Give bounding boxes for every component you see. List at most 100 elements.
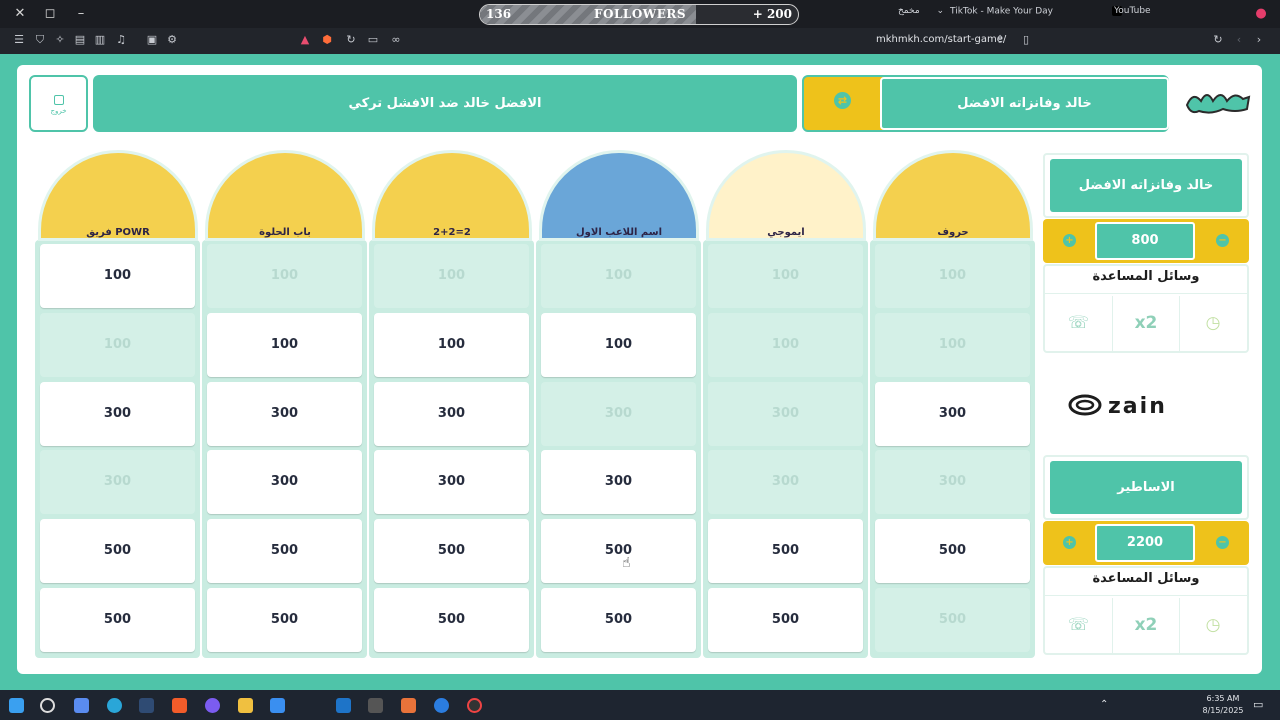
question-cell[interactable]: 100 [207, 313, 362, 377]
question-cell[interactable]: 500 [40, 588, 195, 652]
followers-label: FOLLOWERS [593, 7, 687, 21]
extension-icon[interactable]: ▲ [298, 33, 312, 47]
taskbar-time[interactable]: 6:35 AM [1200, 694, 1246, 703]
question-cell[interactable]: 300 [40, 382, 195, 446]
search-icon[interactable] [40, 698, 55, 713]
copilot-icon[interactable] [74, 698, 89, 713]
link-icon[interactable]: ∞ [389, 33, 403, 47]
menu-icon[interactable]: ☰ [12, 33, 26, 47]
brave-shield-icon[interactable]: ⬢ [320, 33, 334, 47]
current-turn-box: ⇄ خالد وفانزاته الافضل [802, 75, 1169, 132]
tab-mkhmkh[interactable]: مخمخ ⌄ [898, 6, 944, 22]
question-cell: 100 [40, 313, 195, 377]
team-1-helpers: وسائل المساعدة ☏ x2 ◷ [1043, 264, 1249, 353]
share-icon[interactable]: ⇪ [993, 33, 1007, 47]
shield-icon[interactable]: ⛉ [33, 33, 47, 47]
question-cell[interactable]: 500 [40, 519, 195, 583]
windows-start-icon[interactable] [9, 698, 24, 713]
category-label: باب الحلوة [259, 227, 311, 238]
forward-icon[interactable]: › [1252, 33, 1266, 47]
question-cell[interactable]: 500 [541, 519, 696, 583]
edge-icon[interactable] [107, 698, 122, 713]
question-cell[interactable]: 500 [207, 519, 362, 583]
question-cell[interactable]: 300 [374, 382, 529, 446]
team-2-increase-icon[interactable]: + [1063, 536, 1076, 549]
team-2-helpers-title: وسائل المساعدة [1092, 571, 1200, 586]
question-cell[interactable]: 300 [207, 450, 362, 514]
phone-icon[interactable]: ☏ [1045, 598, 1112, 653]
tab-title: TikTok - Make Your Day [950, 6, 1054, 17]
current-turn-name: خالد وفانزاته الافضل [880, 77, 1169, 130]
bookmark-star-icon[interactable]: ✧ [53, 33, 67, 47]
bookmark-icon[interactable]: ▯ [1019, 33, 1033, 47]
team-1-decrease-icon[interactable]: − [1216, 234, 1229, 247]
taskbar-date[interactable]: 8/15/2025 [1200, 706, 1246, 715]
question-cell[interactable]: 500 [708, 588, 863, 652]
question-cell[interactable]: 300 [541, 450, 696, 514]
followers-goal: + 200 [752, 7, 792, 21]
discord-icon[interactable] [205, 698, 220, 713]
switch-turn-icon[interactable]: ⇄ [834, 92, 851, 109]
category-header: اسم اللاعب الاول [539, 150, 699, 241]
settings-app-icon[interactable] [368, 698, 383, 713]
close-window-icon[interactable]: ✕ [11, 5, 29, 23]
question-cell[interactable]: 100 [40, 244, 195, 308]
app-icon[interactable] [434, 698, 449, 713]
minimize-window-icon[interactable]: – [72, 5, 90, 23]
question-cell[interactable]: 100 [374, 313, 529, 377]
phone-icon[interactable]: ☏ [1045, 296, 1112, 351]
x2-icon[interactable]: x2 [1112, 598, 1179, 653]
refresh-icon[interactable]: ↻ [1211, 33, 1225, 47]
question-cell[interactable]: 500 [374, 588, 529, 652]
exit-button[interactable]: خروج [29, 75, 88, 132]
tab-tiktok[interactable]: TikTok - Make Your Day [950, 6, 1128, 22]
app-icon[interactable] [401, 698, 416, 713]
music-icon[interactable]: ♫ [114, 33, 128, 47]
team-2-name-box: الاساطير [1043, 455, 1249, 520]
sidebar-icon[interactable]: ▥ [93, 33, 107, 47]
matchup-title: الافضل خالد ضد الافشل تركي [93, 75, 797, 132]
category-header: ايموجي [706, 150, 866, 241]
obs-icon[interactable] [467, 698, 482, 713]
store-icon[interactable] [270, 698, 285, 713]
team-1-score-bar: + 800 − [1043, 219, 1249, 263]
category-label: ايموجي [767, 227, 805, 238]
file-explorer-icon[interactable] [238, 698, 253, 713]
url-bar[interactable]: mkhmkh.com/start-game/ [876, 34, 1006, 45]
category-label: حروف [937, 227, 969, 238]
clock-icon[interactable]: ◷ [1179, 296, 1246, 351]
tray-chevron-icon[interactable]: ⌃ [1100, 699, 1108, 710]
history-icon[interactable]: ▤ [73, 33, 87, 47]
question-cell[interactable]: 500 [875, 519, 1030, 583]
team-1-increase-icon[interactable]: + [1063, 234, 1076, 247]
category-label: اسم اللاعب الاول [575, 227, 663, 238]
x2-icon[interactable]: x2 [1112, 296, 1179, 351]
question-cell[interactable]: 100 [541, 313, 696, 377]
tab-youtube[interactable]: YouTube [1114, 6, 1151, 22]
question-cell: 100 [875, 244, 1030, 308]
chevron-down-icon[interactable]: ⌄ [937, 6, 945, 16]
question-cell: 100 [708, 244, 863, 308]
clock-icon[interactable]: ◷ [1179, 598, 1246, 653]
brave-icon[interactable] [172, 698, 187, 713]
team-1-name: خالد وفانزاته الافضل [1050, 159, 1242, 212]
display-icon[interactable]: ▭ [366, 33, 380, 47]
question-cell[interactable]: 500 [708, 519, 863, 583]
team-2-score: 2200 [1095, 524, 1195, 562]
question-cell[interactable]: 500 [541, 588, 696, 652]
team-card-2: الاساطير + 2200 − وسائل المساعدة ☏ x2 ◷ [1043, 455, 1249, 656]
steam-icon[interactable] [139, 698, 154, 713]
reload-icon[interactable]: ↻ [344, 33, 358, 47]
question-cell[interactable]: 300 [374, 450, 529, 514]
question-cell[interactable]: 500 [374, 519, 529, 583]
question-cell[interactable]: 300 [207, 382, 362, 446]
team-2-decrease-icon[interactable]: − [1216, 536, 1229, 549]
back-icon[interactable]: ‹ [1232, 33, 1246, 47]
notification-icon[interactable]: ▭ [1253, 698, 1263, 711]
screenshot-icon[interactable]: ▣ [145, 33, 159, 47]
settings-icon[interactable]: ⚙ [165, 33, 179, 47]
outlook-icon[interactable] [336, 698, 351, 713]
question-cell[interactable]: 500 [207, 588, 362, 652]
maximize-window-icon[interactable]: ◻ [41, 5, 59, 23]
question-cell[interactable]: 300 [875, 382, 1030, 446]
